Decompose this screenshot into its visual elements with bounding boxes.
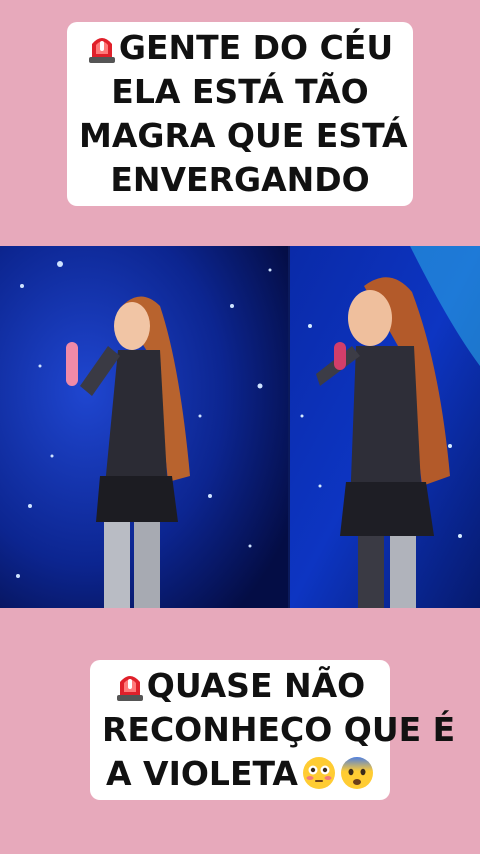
bottom-caption-line-1: QUASE NÃO xyxy=(102,664,378,708)
video-frame-left xyxy=(0,246,288,608)
stage-photo-right xyxy=(290,246,480,608)
stage-photo-left xyxy=(0,246,288,608)
bottom-caption: QUASE NÃO RECONHEÇO QUE É A VIOLETA xyxy=(90,660,456,800)
police-siren-icon xyxy=(116,676,143,701)
bottom-caption-text-1: QUASE NÃO xyxy=(146,666,366,705)
top-caption: GENTE DO CÉU ELA ESTÁ TÃO MAGRA QUE ESTÁ… xyxy=(67,22,413,206)
top-caption-line-4: ENVERGANDO xyxy=(110,160,370,199)
bottom-caption-line-3: A VIOLETA xyxy=(102,752,378,796)
top-caption-line-3: MAGRA QUE ESTÁ xyxy=(79,116,408,155)
bottom-caption-line-2: RECONHEÇO QUE É xyxy=(102,710,456,749)
top-caption-line-2: ELA ESTÁ TÃO xyxy=(111,72,369,111)
fearful-face-icon xyxy=(340,757,373,789)
flushed-face-icon xyxy=(302,757,335,789)
video-frames[interactable] xyxy=(0,246,480,608)
police-siren-icon xyxy=(88,38,115,63)
bottom-caption-text-3: A VIOLETA xyxy=(106,754,298,793)
top-caption-line-1: GENTE DO CÉU xyxy=(79,26,401,70)
video-frame-right xyxy=(288,246,480,608)
top-caption-text-1: GENTE DO CÉU xyxy=(118,28,394,67)
